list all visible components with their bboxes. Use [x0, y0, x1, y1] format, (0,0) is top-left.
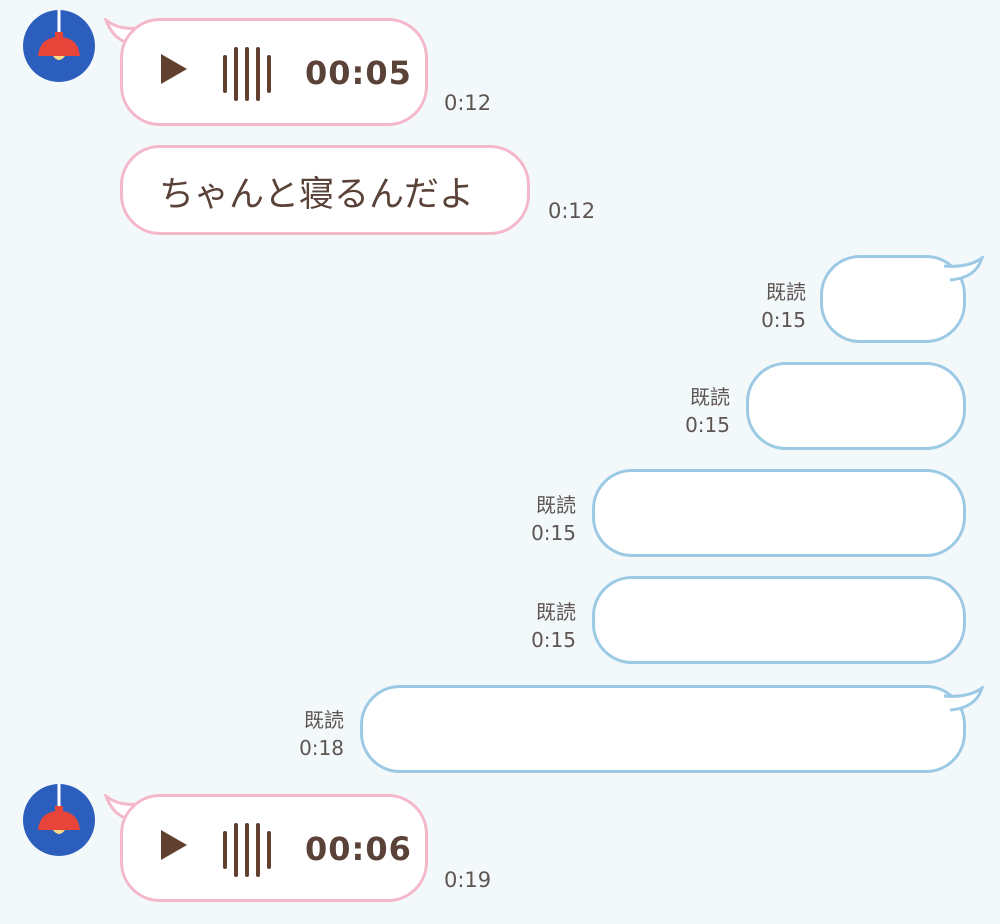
outgoing-message-bubble[interactable]: [592, 469, 966, 557]
message-time: 0:12: [444, 91, 492, 115]
message-time: 0:18: [299, 736, 344, 760]
voice-message-bubble[interactable]: 00:06: [120, 794, 428, 902]
lamp-icon: [38, 784, 80, 834]
bubble-tail: [944, 686, 984, 712]
avatar[interactable]: [23, 784, 95, 856]
read-label: 既読: [690, 385, 730, 409]
waveform-icon: [223, 823, 271, 877]
text-message-bubble[interactable]: ちゃんと寝るんだよ: [120, 145, 530, 235]
message-time: 0:15: [531, 628, 576, 652]
lamp-icon: [38, 10, 80, 60]
read-status: 既読 0:15: [654, 383, 730, 439]
avatar[interactable]: [23, 10, 95, 82]
message-time: 0:19: [444, 868, 492, 892]
play-icon[interactable]: [161, 54, 187, 84]
message-time: 0:15: [531, 521, 576, 545]
outgoing-message-bubble[interactable]: [592, 576, 966, 664]
play-icon[interactable]: [161, 830, 187, 860]
voice-duration: 00:05: [305, 54, 412, 92]
read-status: 既読 0:15: [730, 278, 806, 334]
read-status: 既読 0:18: [268, 706, 344, 762]
read-label: 既読: [304, 708, 344, 732]
message-time: 0:15: [685, 413, 730, 437]
outgoing-message-bubble[interactable]: [360, 685, 966, 773]
waveform-icon: [223, 47, 271, 101]
read-label: 既読: [536, 600, 576, 624]
read-label: 既読: [536, 493, 576, 517]
outgoing-message-bubble[interactable]: [746, 362, 966, 450]
read-status: 既読 0:15: [500, 491, 576, 547]
read-status: 既読 0:15: [500, 598, 576, 654]
message-time: 0:12: [548, 199, 596, 223]
voice-duration: 00:06: [305, 830, 412, 868]
voice-message-bubble[interactable]: 00:05: [120, 18, 428, 126]
bubble-tail: [944, 256, 984, 282]
message-time: 0:15: [761, 308, 806, 332]
read-label: 既読: [766, 280, 806, 304]
message-text: ちゃんと寝るんだよ: [159, 175, 475, 215]
